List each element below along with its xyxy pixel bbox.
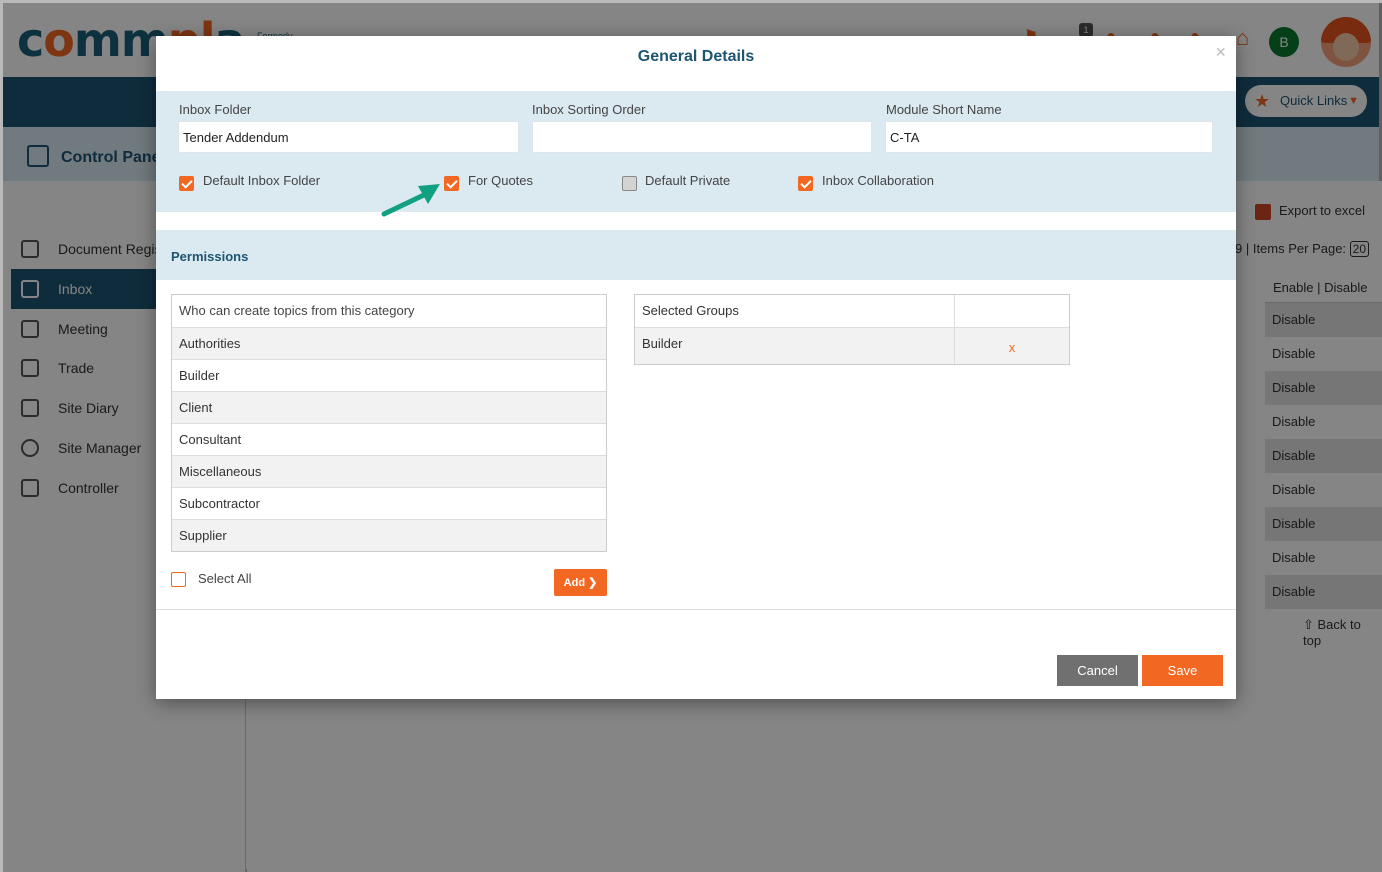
group-item-consultant[interactable]: Consultant [172, 423, 606, 455]
app-window: commpla Formerly ▬ ⚑ 1 ● ● ● ⌂ B ★ Quick… [0, 0, 1382, 872]
inbox-collaboration-label: Inbox Collaboration [822, 173, 935, 188]
selected-groups-table: Selected Groups Builder x [634, 294, 1070, 365]
inbox-folder-input[interactable] [178, 121, 519, 153]
default-inbox-folder-checkbox[interactable] [179, 176, 194, 191]
details-panel: Inbox Folder Inbox Sorting Order Module … [156, 91, 1236, 212]
inbox-sorting-order-input[interactable] [532, 121, 872, 153]
default-inbox-folder-label: Default Inbox Folder [203, 173, 321, 188]
select-all-label: Select All [198, 571, 252, 586]
footer-divider [156, 609, 1236, 610]
permissions-bar [156, 230, 1236, 280]
default-private-checkbox[interactable] [622, 176, 637, 191]
remove-group-button[interactable]: x [955, 328, 1069, 364]
table-header: Who can create topics from this category [179, 303, 415, 318]
selected-groups-header: Selected Groups [635, 295, 955, 327]
selected-group-row: Builder x [635, 327, 1069, 364]
group-item-subcontractor[interactable]: Subcontractor [172, 487, 606, 519]
group-item-authorities[interactable]: Authorities [172, 327, 606, 359]
inbox-collaboration-checkbox[interactable] [798, 176, 813, 191]
module-short-name-input[interactable] [885, 121, 1213, 153]
save-button[interactable]: Save [1142, 655, 1223, 686]
add-button[interactable]: Add ❯ [554, 569, 607, 596]
group-item-supplier[interactable]: Supplier [172, 519, 606, 551]
chevron-right-icon: ❯ [588, 577, 598, 589]
available-groups-table: Who can create topics from this category… [171, 294, 607, 552]
inbox-sorting-order-label: Inbox Sorting Order [532, 102, 646, 117]
add-button-label: Add [563, 577, 586, 589]
cancel-button[interactable]: Cancel [1057, 655, 1138, 686]
group-item-builder[interactable]: Builder [172, 359, 606, 391]
inbox-folder-label: Inbox Folder [179, 102, 252, 117]
table-header: Selected Groups [635, 295, 1069, 327]
group-item-client[interactable]: Client [172, 391, 606, 423]
group-item-miscellaneous[interactable]: Miscellaneous [172, 455, 606, 487]
for-quotes-label: For Quotes [468, 173, 534, 188]
default-private-label: Default Private [645, 173, 731, 188]
permissions-title: Permissions [171, 249, 249, 264]
general-details-modal: General Details × Inbox Folder Inbox Sor… [156, 36, 1236, 699]
for-quotes-checkbox[interactable] [444, 176, 459, 191]
select-all-checkbox[interactable] [171, 572, 186, 587]
modal-title: General Details [637, 48, 755, 65]
close-icon[interactable]: × [1215, 42, 1226, 63]
module-short-name-label: Module Short Name [886, 102, 1002, 117]
pointer-arrow-icon [381, 184, 440, 217]
selected-group-name: Builder [635, 328, 955, 364]
